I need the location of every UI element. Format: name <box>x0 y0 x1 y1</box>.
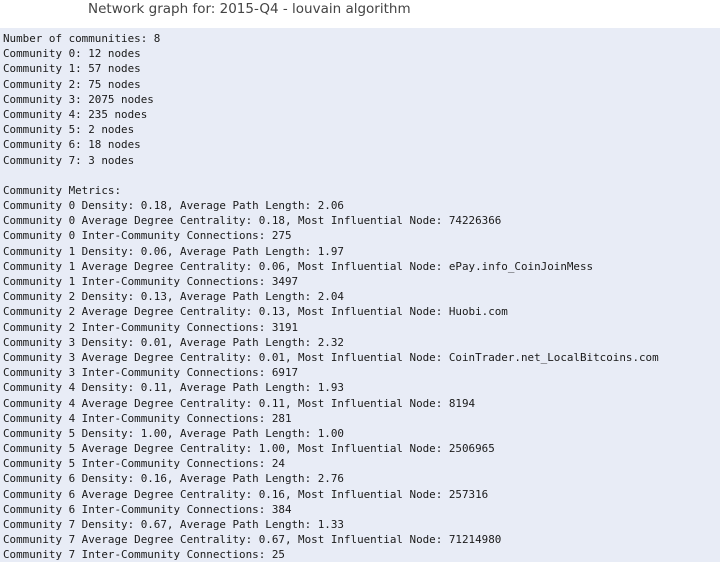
output-line: Community 7: 3 nodes <box>3 153 135 167</box>
output-line: Number of communities: 8 <box>3 32 161 45</box>
output-line: Community 1 Density: 0.06, Average Path … <box>3 244 344 258</box>
output-line: Community 2: 75 nodes <box>3 77 141 91</box>
header-bar: Network graph for: 2015-Q4 - louvain alg… <box>0 0 720 28</box>
output-line: Community 1: 57 nodes <box>3 62 141 76</box>
output-line: Community 6 Inter-Community Connections:… <box>3 502 292 516</box>
output-line: Community 3: 2075 nodes <box>3 92 154 106</box>
output-line: Community 0 Average Degree Centrality: 0… <box>3 214 502 228</box>
output-line: Community 0 Inter-Community Connections:… <box>3 229 292 243</box>
output-line: Community 2 Inter-Community Connections:… <box>3 320 299 334</box>
output-line: Community 7 Average Degree Centrality: 0… <box>3 533 502 547</box>
output-line: Community 3 Density: 0.01, Average Path … <box>3 335 344 349</box>
output-line: Community 6 Average Degree Centrality: 0… <box>3 487 489 501</box>
output-line: Community 2 Average Degree Centrality: 0… <box>3 305 508 319</box>
output-line: Community Metrics: <box>3 183 122 197</box>
output-line: Community 7 Inter-Community Connections:… <box>3 548 285 562</box>
output-line: Community 3 Inter-Community Connections:… <box>3 366 299 380</box>
page-title: Network graph for: 2015-Q4 - louvain alg… <box>88 1 411 17</box>
output-line: Community 6: 18 nodes <box>3 138 141 152</box>
output-line: Community 4 Inter-Community Connections:… <box>3 411 292 425</box>
output-line: Community 5 Inter-Community Connections:… <box>3 457 285 471</box>
output-line: Community 5 Average Degree Centrality: 1… <box>3 442 495 456</box>
output-line: Community 3 Average Degree Centrality: 0… <box>3 350 659 364</box>
output-text: Number of communities: 8 Community 0: 12… <box>3 31 659 562</box>
output-line: Community 7 Density: 0.67, Average Path … <box>3 518 344 531</box>
output-line: Community 0 Density: 0.18, Average Path … <box>3 199 344 213</box>
output-line: Community 0: 12 nodes <box>3 47 141 61</box>
output-panel[interactable]: Number of communities: 8 Community 0: 12… <box>0 28 720 562</box>
output-line: Community 1 Average Degree Centrality: 0… <box>3 259 594 273</box>
output-line: Community 4 Density: 0.11, Average Path … <box>3 381 344 395</box>
output-line: Community 5 Density: 1.00, Average Path … <box>3 426 344 440</box>
output-line: Community 1 Inter-Community Connections:… <box>3 275 299 288</box>
output-line <box>3 168 659 183</box>
output-line: Community 4 Average Degree Centrality: 0… <box>3 396 476 410</box>
output-line: Community 4: 235 nodes <box>3 107 148 121</box>
output-line: Community 5: 2 nodes <box>3 123 135 137</box>
output-line: Community 2 Density: 0.13, Average Path … <box>3 290 344 304</box>
output-line: Community 6 Density: 0.16, Average Path … <box>3 472 344 486</box>
